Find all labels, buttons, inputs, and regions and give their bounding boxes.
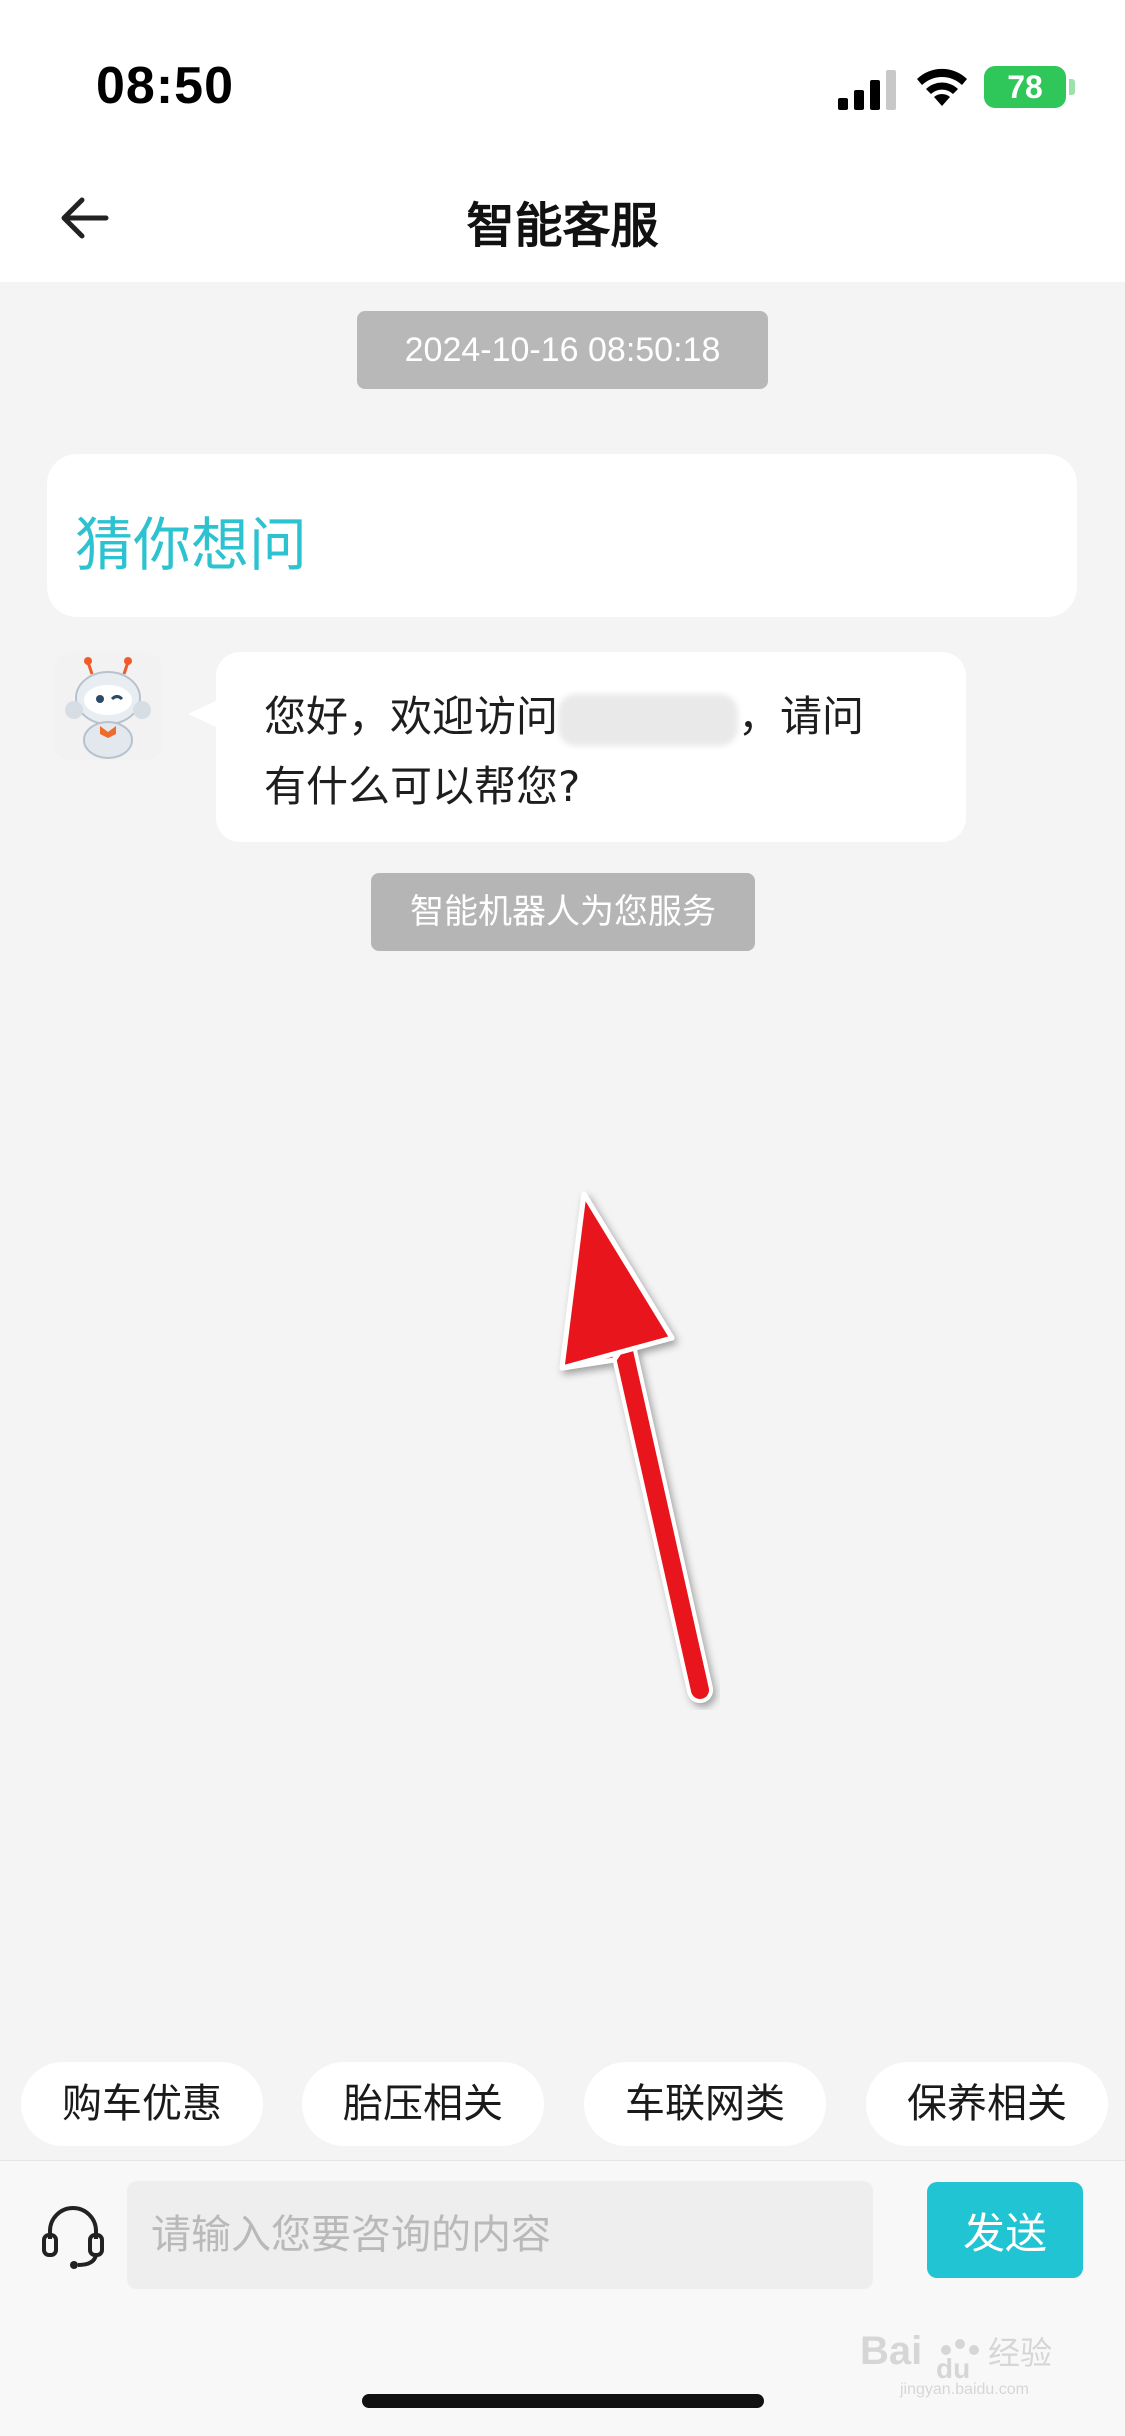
quick-replies: 购车优惠 胎压相关 车联网类 保养相关 — [0, 2062, 1125, 2146]
status-bar: 08:50 78 — [0, 0, 1125, 170]
message-input[interactable] — [127, 2181, 873, 2289]
bubble-tail — [188, 700, 218, 728]
home-indicator — [362, 2394, 764, 2408]
battery-tip — [1069, 79, 1075, 95]
robot-service-badge: 智能机器人为您服务 — [371, 873, 755, 951]
guess-you-want-card[interactable]: 猜你想问 — [47, 454, 1077, 617]
robot-avatar — [54, 652, 162, 760]
quick-reply-chip[interactable]: 保养相关 — [866, 2062, 1108, 2146]
quick-reply-chip[interactable]: 车联网类 — [584, 2062, 826, 2146]
wifi-icon — [917, 68, 967, 106]
redacted-brand — [558, 693, 739, 746]
page-title: 智能客服 — [466, 198, 659, 254]
quick-reply-chip[interactable]: 购车优惠 — [21, 2062, 263, 2146]
bot-message-bubble: 您好，欢迎访问 ，请问 有什么可以帮您? — [216, 652, 966, 842]
send-button[interactable]: 发送 — [927, 2182, 1083, 2278]
watermark-brand: Bai — [860, 2329, 922, 2373]
quick-reply-chip[interactable]: 胎压相关 — [302, 2062, 544, 2146]
status-time: 08:50 — [96, 57, 234, 115]
guess-title: 猜你想问 — [75, 511, 308, 579]
nav-bar: 智能客服 — [0, 170, 1125, 282]
chat-timestamp: 2024-10-16 08:50:18 — [357, 311, 768, 389]
bot-message-suffix: ，请问 — [738, 692, 865, 741]
signal-icon — [838, 70, 896, 110]
watermark-cn: 经验 — [988, 2334, 1052, 2372]
bot-message-line-1: 您好，欢迎访问 ，请问 — [264, 682, 918, 752]
annotation-arrow — [559, 1191, 713, 1703]
bot-message-prefix: 您好，欢迎访问 — [264, 692, 559, 741]
watermark-paw: du — [936, 2353, 970, 2384]
bot-message-line-2: 有什么可以帮您? — [264, 762, 581, 811]
watermark-url: jingyan.baidu.com — [899, 2381, 1029, 2398]
battery-icon: 78 — [984, 66, 1066, 108]
battery-level: 78 — [1007, 68, 1043, 105]
baidu-jingyan-watermark: Bai du 经验 jingyan.baidu.com — [860, 2329, 1052, 2398]
headset-icon[interactable] — [38, 2201, 108, 2271]
